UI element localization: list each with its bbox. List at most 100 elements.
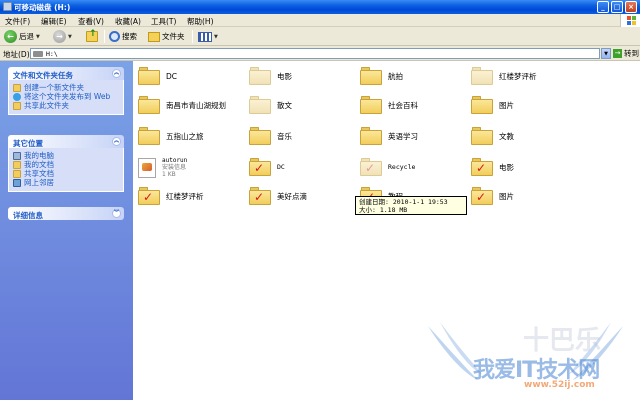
folder-item[interactable]: ✓ 美好点滴 — [249, 187, 307, 205]
folders-button[interactable]: 文件夹 — [148, 29, 185, 44]
folder-item[interactable]: 音乐 — [249, 127, 292, 145]
item-name: 航拍 — [388, 71, 403, 81]
menu-view[interactable]: 查看(V) — [78, 16, 104, 27]
folder-item[interactable]: 英语学习 — [360, 127, 418, 145]
place-network-label: 网上邻居 — [24, 178, 54, 187]
chevron-down-icon: ▼ — [214, 33, 218, 40]
item-name: 五指山之旅 — [166, 131, 204, 141]
folder-item[interactable]: ✓ 图片 — [471, 187, 514, 205]
address-dropdown-button[interactable]: ▼ — [601, 48, 611, 59]
item-tooltip: 创建日期: 2010-1-1 19:53 大小: 1.18 MB — [355, 196, 467, 215]
chevron-down-icon: ▼ — [68, 33, 72, 40]
forward-button[interactable]: → ▼ — [53, 29, 72, 44]
address-input[interactable]: H:\ — [30, 48, 600, 59]
expand-icon[interactable]: ︾ — [112, 209, 121, 218]
search-label: 搜索 — [122, 32, 137, 41]
folder-icon — [138, 96, 160, 114]
place-shared-documents[interactable]: 共享文档 — [13, 170, 119, 178]
tooltip-created: 创建日期: 2010-1-1 19:53 — [359, 198, 448, 206]
address-label: 地址(D) — [3, 50, 30, 59]
network-icon — [13, 179, 21, 187]
up-folder-icon — [86, 29, 98, 42]
back-button[interactable]: ← 后退 ▼ — [4, 29, 40, 44]
item-name: 图片 — [499, 100, 514, 110]
folder-item[interactable]: 图片 — [471, 96, 514, 114]
menu-tools[interactable]: 工具(T) — [151, 16, 176, 27]
task-new-folder-label: 创建一个新文件夹 — [24, 83, 84, 92]
folder-item[interactable]: 五指山之旅 — [138, 127, 204, 145]
item-type: 安装信息 — [162, 164, 187, 171]
search-button[interactable]: 搜索 — [109, 29, 137, 44]
checked-folder-icon: ✓ — [471, 187, 493, 205]
item-name: 电影 — [499, 162, 514, 172]
item-name: 文教 — [499, 131, 514, 141]
address-value: H:\ — [46, 50, 58, 58]
other-places-panel: 其它位置 ︽ 我的电脑 我的文档 共享文档 网上邻居 — [8, 135, 124, 192]
task-new-folder[interactable]: 创建一个新文件夹 — [13, 84, 119, 92]
menu-edit[interactable]: 编辑(E) — [41, 16, 67, 27]
file-item[interactable]: autorun 安装信息 1 KB — [138, 157, 187, 178]
chevron-down-icon: ▼ — [36, 33, 40, 40]
details-header[interactable]: 详细信息 ︾ — [8, 207, 124, 220]
file-tasks-panel: 文件和文件夹任务 ︽ 创建一个新文件夹 将这个文件夹发布到 Web 共享此文件夹 — [8, 67, 124, 115]
menu-file[interactable]: 文件(F) — [5, 16, 30, 27]
checked-folder-icon: ✓ — [249, 158, 271, 176]
other-places-header[interactable]: 其它位置 ︽ — [8, 135, 124, 148]
folder-item[interactable]: DC — [138, 67, 177, 85]
forward-arrow-icon: → — [53, 30, 66, 43]
other-places-body: 我的电脑 我的文档 共享文档 网上邻居 — [8, 148, 124, 192]
up-folder-button[interactable] — [86, 29, 98, 44]
folder-item[interactable]: 红楼梦评析 — [471, 67, 537, 85]
task-share-folder[interactable]: 共享此文件夹 — [13, 102, 119, 110]
drive-icon — [33, 51, 43, 57]
item-name: autorun — [162, 157, 188, 164]
site-watermark: 十巴乐 我爱IT技术网 www.52ij.com — [418, 318, 633, 396]
folder-item[interactable]: 社会百科 — [360, 96, 418, 114]
folder-item[interactable]: 航拍 — [360, 67, 403, 85]
back-label: 后退 — [19, 32, 34, 41]
item-name: 英语学习 — [388, 131, 418, 141]
place-my-documents[interactable]: 我的文档 — [13, 161, 119, 169]
folder-icon — [249, 67, 271, 85]
place-my-computer[interactable]: 我的电脑 — [13, 152, 119, 160]
details-title: 详细信息 — [13, 211, 43, 220]
folder-item[interactable]: ✓ 红楼梦评析 — [138, 187, 204, 205]
toolbar-separator — [192, 30, 193, 43]
menu-bar: 文件(F) 编辑(E) 查看(V) 收藏(A) 工具(T) 帮助(H) — [0, 14, 640, 27]
folder-item[interactable]: 文教 — [471, 127, 514, 145]
file-tasks-body: 创建一个新文件夹 将这个文件夹发布到 Web 共享此文件夹 — [8, 80, 124, 115]
folder-item[interactable]: ✓ Recycle — [360, 158, 415, 176]
folder-item[interactable]: ✓ DC — [249, 158, 285, 176]
close-button[interactable]: × — [625, 1, 637, 13]
folder-item[interactable]: 电影 — [249, 67, 292, 85]
item-name: 红楼梦评析 — [499, 71, 537, 81]
computer-icon — [13, 152, 21, 160]
task-share-folder-label: 共享此文件夹 — [24, 101, 69, 110]
folder-icon — [471, 96, 493, 114]
maximize-button[interactable]: □ — [611, 1, 623, 13]
folder-icon — [249, 96, 271, 114]
item-name: Recycle — [388, 163, 416, 171]
other-places-title: 其它位置 — [13, 139, 43, 148]
item-name: 音乐 — [277, 131, 292, 141]
collapse-icon[interactable]: ︽ — [112, 69, 121, 78]
file-tasks-header[interactable]: 文件和文件夹任务 ︽ — [8, 67, 124, 80]
place-shared-documents-label: 共享文档 — [24, 169, 54, 178]
toolbar: ← 后退 ▼ → ▼ 搜索 文件夹 ▼ — [0, 27, 640, 46]
item-name: 红楼梦评析 — [166, 191, 204, 201]
menu-help[interactable]: 帮助(H) — [187, 16, 214, 27]
search-icon — [109, 31, 120, 42]
folder-item[interactable]: 散文 — [249, 96, 292, 114]
folder-item[interactable]: 南昌市青山湖规划 — [138, 96, 226, 114]
folder-icon — [360, 96, 382, 114]
views-button[interactable]: ▼ — [198, 29, 218, 44]
folder-item[interactable]: ✓ 电影 — [471, 158, 514, 176]
checked-folder-icon: ✓ — [138, 187, 160, 205]
task-publish-web[interactable]: 将这个文件夹发布到 Web — [13, 93, 119, 101]
collapse-icon[interactable]: ︽ — [112, 137, 121, 146]
minimize-button[interactable]: _ — [597, 1, 609, 13]
item-name: 电影 — [277, 71, 292, 81]
go-button[interactable]: → 转到 — [613, 48, 639, 59]
place-network[interactable]: 网上邻居 — [13, 179, 119, 187]
menu-favorites[interactable]: 收藏(A) — [115, 16, 141, 27]
